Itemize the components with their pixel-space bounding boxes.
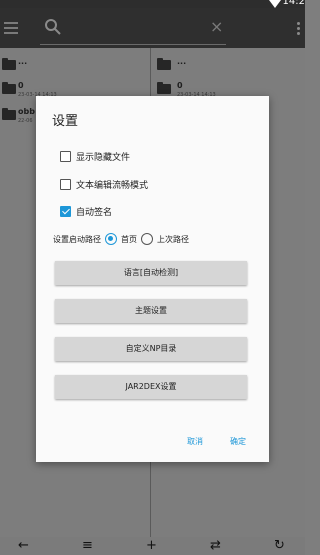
menu-icon[interactable]: [4, 22, 18, 34]
file-name: ...: [177, 57, 187, 66]
more-options-icon[interactable]: [297, 22, 301, 36]
home-radio-label[interactable]: 首页: [121, 234, 137, 245]
file-name: ...: [18, 57, 28, 66]
start-path-row: 设置启动路径 首页 上次路径: [53, 232, 189, 246]
language-button[interactable]: 语言[自动检测]: [55, 261, 247, 285]
clear-search-icon[interactable]: ×: [210, 18, 223, 36]
folder-icon: [2, 82, 16, 94]
search-input[interactable]: [70, 20, 200, 38]
list-icon[interactable]: ≡: [82, 539, 93, 553]
file-name: obb: [18, 107, 35, 116]
auto-sign-checkbox[interactable]: [60, 205, 71, 217]
swap-icon[interactable]: ⇄: [210, 539, 221, 553]
home-radio[interactable]: [105, 233, 117, 245]
option-label: 文本编辑流畅模式: [76, 180, 149, 191]
cancel-button[interactable]: 取消: [187, 436, 203, 447]
option-label: 显示隐藏文件: [76, 152, 131, 163]
back-arrow-icon[interactable]: ←: [18, 539, 29, 553]
last-path-radio[interactable]: [141, 233, 153, 245]
toolbar: ×: [0, 8, 305, 48]
folder-icon: [2, 108, 16, 120]
theme-settings-button[interactable]: 主题设置: [55, 299, 247, 323]
show-hidden-files-option[interactable]: 显示隐藏文件: [60, 149, 130, 163]
file-name: 0: [177, 81, 183, 90]
search-icon: [45, 19, 61, 35]
ok-button[interactable]: 确定: [230, 436, 246, 447]
status-time: 14:2: [282, 0, 305, 7]
list-item[interactable]: ...: [0, 56, 150, 80]
bottom-toolbar: ← ≡ + ⇄ ↻: [0, 537, 305, 555]
status-bar: 14:2: [0, 0, 305, 8]
show-hidden-files-checkbox[interactable]: [60, 150, 71, 162]
auto-sign-option[interactable]: 自动签名: [60, 204, 112, 218]
file-name: 0: [18, 81, 24, 90]
list-item[interactable]: ...: [151, 56, 305, 80]
start-path-label: 设置启动路径: [53, 234, 101, 244]
custom-np-directory-button[interactable]: 自定义NP目录: [55, 337, 247, 361]
last-path-radio-label[interactable]: 上次路径: [157, 234, 189, 245]
folder-icon: [157, 82, 171, 94]
file-date: 22-06: [18, 118, 33, 124]
refresh-icon[interactable]: ↻: [274, 539, 285, 553]
dialog-title: 设置: [52, 114, 79, 129]
add-icon[interactable]: +: [146, 539, 157, 553]
smooth-text-edit-option[interactable]: 文本编辑流畅模式: [60, 177, 148, 191]
wifi-icon: [269, 0, 281, 8]
settings-dialog: 设置 显示隐藏文件 文本编辑流畅模式 自动签名 设置启动路径 首页 上次路径 语…: [36, 96, 269, 462]
folder-icon: [2, 58, 16, 70]
folder-icon: [157, 58, 171, 70]
option-label: 自动签名: [76, 207, 113, 218]
search-underline: [40, 44, 226, 45]
jar2dex-settings-button[interactable]: JAR2DEX设置: [55, 375, 247, 399]
smooth-text-edit-checkbox[interactable]: [60, 178, 71, 190]
